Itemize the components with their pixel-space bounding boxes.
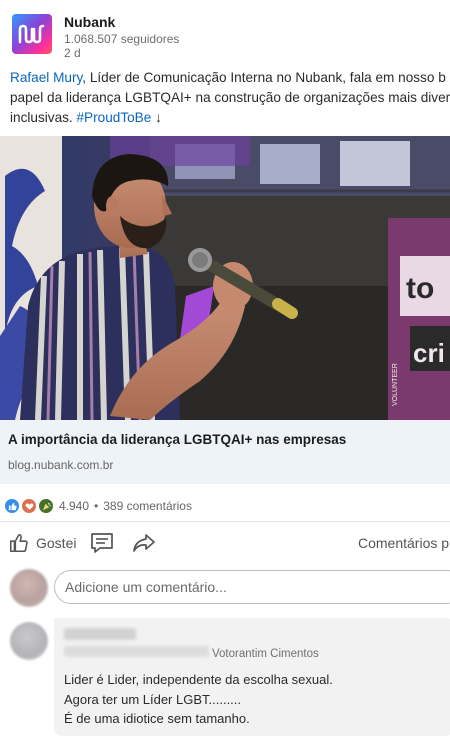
comment-item: Votorantim Cimentos Lider é Lider, indep… <box>0 616 450 736</box>
separator-dot: • <box>94 499 99 513</box>
banner-text-1: to <box>406 272 434 305</box>
my-avatar[interactable] <box>10 569 48 607</box>
post-text-line-2: papel da liderança LGBTQAI+ na construçã… <box>10 90 450 105</box>
like-label: Gostei <box>36 535 77 551</box>
post-text: Rafael Mury, Líder de Comunicação Intern… <box>10 68 450 128</box>
actions-divider <box>0 521 450 522</box>
commenter-company: Votorantim Cimentos <box>212 648 319 660</box>
like-button[interactable]: Gostei <box>8 526 76 560</box>
company-name[interactable]: Nubank <box>64 14 115 30</box>
comments-sort-label: Comentários p <box>358 535 450 551</box>
comment-bubble: Votorantim Cimentos Lider é Lider, indep… <box>54 618 450 736</box>
follower-count: 1.068.507 seguidores <box>64 32 180 46</box>
comment-line-2: Agora ter um Líder LGBT......... <box>64 691 242 707</box>
banner-vertical-text: VOLUNTEER <box>392 363 399 406</box>
reaction-count[interactable]: 4.940 <box>59 499 89 513</box>
comment-icon <box>91 533 113 553</box>
link-card-title[interactable]: A importância da liderança LGBTQAI+ nas … <box>8 432 346 447</box>
author-mention-link[interactable]: Rafael Mury <box>10 70 82 85</box>
social-counts[interactable]: 4.940 • 389 comentários <box>4 496 192 516</box>
celebrate-icon <box>38 498 54 514</box>
comments-count[interactable]: 389 comentários <box>103 499 192 513</box>
comment-input-row: Adicione um comentário... <box>0 566 450 610</box>
link-preview-card[interactable]: A importância da liderança LGBTQAI+ nas … <box>0 420 450 484</box>
like-icon <box>4 498 20 514</box>
post-text-line-1: Rafael Mury, Líder de Comunicação Intern… <box>10 68 450 88</box>
post-text-line-3: inclusivas. #ProudToBe ↓ <box>10 108 450 128</box>
post-actions: Gostei Comentários p <box>0 526 450 560</box>
share-button[interactable] <box>132 526 156 560</box>
company-logo[interactable] <box>12 14 52 54</box>
thumbs-up-icon <box>9 533 28 553</box>
post-image[interactable]: to cri VOLUNTEER nu <box>0 136 450 420</box>
post-text-line-3-end: ↓ <box>151 110 162 125</box>
nubank-logo-icon <box>18 24 45 44</box>
commenter-avatar[interactable] <box>10 622 48 660</box>
comment-line-1: Lider é Lider, independente da escolha s… <box>64 672 333 687</box>
post-text-line-1-rest: , Líder de Comunicação Interna no Nubank… <box>82 70 446 85</box>
banner-text-2: cri <box>413 338 445 368</box>
comments-sort-dropdown[interactable]: Comentários p <box>358 526 449 560</box>
speaker-photo: to cri VOLUNTEER nu <box>0 136 450 420</box>
post-text-line-3-start: inclusivas. <box>10 110 77 125</box>
comment-input[interactable]: Adicione um comentário... <box>54 570 450 604</box>
comment-text: Lider é Lider, independente da escolha s… <box>64 670 333 729</box>
comment-line-3: É de uma idiotice sem tamanho. <box>64 711 250 726</box>
hashtag-link[interactable]: #ProudToBe <box>76 110 151 125</box>
commenter-headline-redacted <box>64 646 209 657</box>
commenter-name-redacted[interactable] <box>64 628 136 640</box>
love-icon <box>21 498 37 514</box>
post-header: Nubank 1.068.507 seguidores 2 d <box>0 0 450 66</box>
post-time: 2 d <box>64 46 81 60</box>
link-card-domain: blog.nubank.com.br <box>8 458 114 472</box>
share-arrow-icon <box>133 534 155 552</box>
comment-button[interactable] <box>90 526 114 560</box>
comment-input-placeholder: Adicione um comentário... <box>65 579 227 595</box>
